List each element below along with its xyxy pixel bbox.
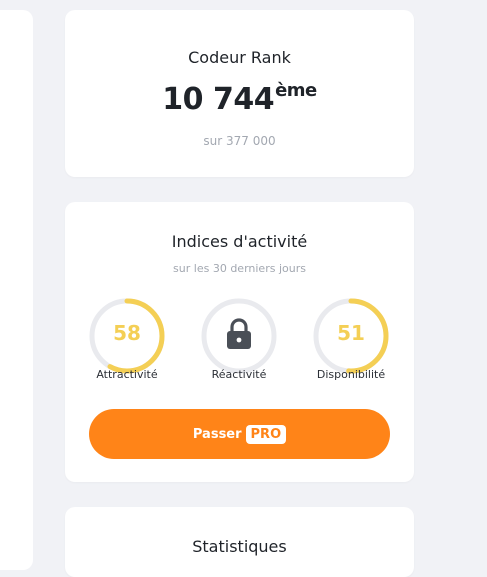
activity-indices-card: Indices d'activité sur les 30 derniers j… <box>65 202 414 482</box>
upgrade-pro-button[interactable]: Passer PRO <box>89 409 390 459</box>
rank-suffix: ème <box>275 80 317 101</box>
gauge-disponibilite: 51 Disponibilité <box>311 296 391 381</box>
rank-subtitle: sur 377 000 <box>203 134 276 148</box>
gauge-value: 51 <box>337 321 365 345</box>
statistics-card: Statistiques <box>65 507 414 577</box>
gauge-label: Disponibilité <box>316 368 386 381</box>
left-panel <box>0 10 33 570</box>
rank-value: 10 744ème <box>65 80 414 117</box>
pro-badge: PRO <box>245 424 287 444</box>
rank-number: 10 744 <box>162 82 275 117</box>
gauge-attractivite: 58 Attractivité <box>87 296 167 381</box>
gauge-value: 58 <box>113 321 141 345</box>
activity-subtitle: sur les 30 derniers jours <box>173 262 306 275</box>
gauge-reactivite: Réactivité <box>199 296 279 381</box>
codeur-rank-card: Codeur Rank 10 744ème sur 377 000 <box>65 10 414 177</box>
gauge-label: Réactivité <box>211 368 267 381</box>
statistics-title: Statistiques <box>192 537 287 556</box>
activity-title: Indices d'activité <box>171 232 308 251</box>
lock-icon <box>227 318 251 349</box>
rank-title: Codeur Rank <box>188 48 291 67</box>
upgrade-button-label: Passer <box>192 426 242 442</box>
gauge-label: Attractivité <box>96 368 158 381</box>
